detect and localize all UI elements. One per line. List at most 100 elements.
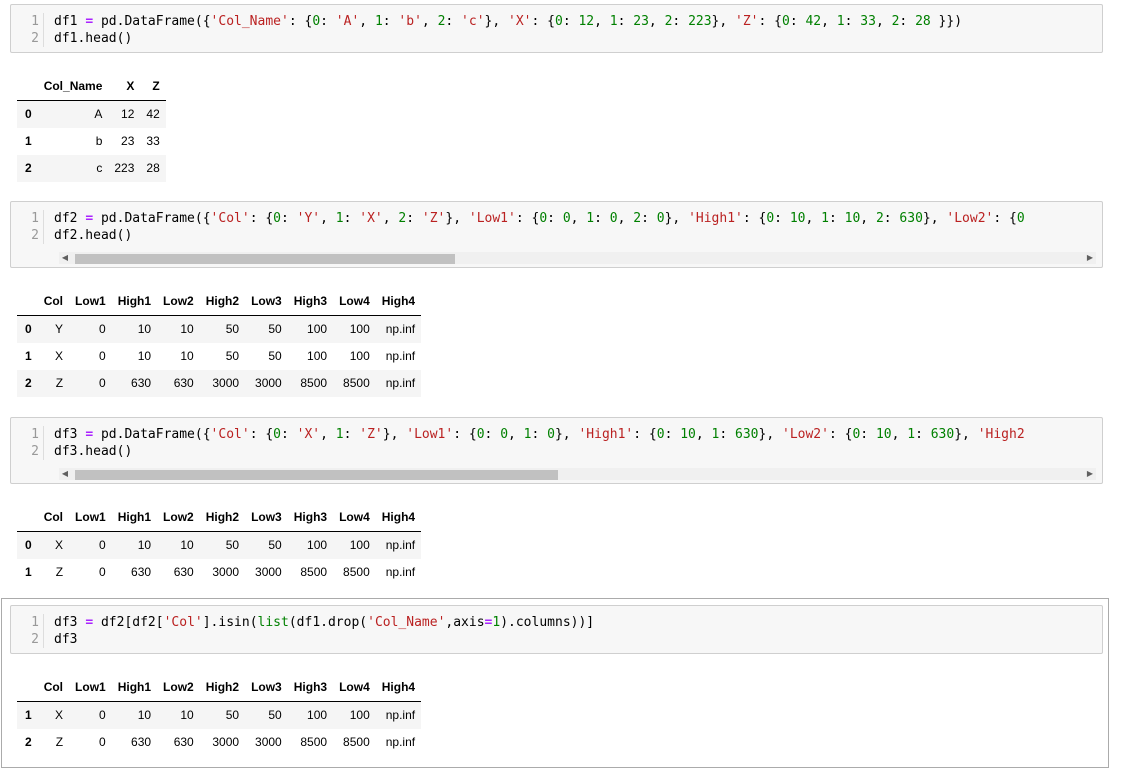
scrollbar-thumb[interactable]: [75, 470, 558, 480]
column-header: High1: [111, 288, 158, 316]
table-row: 1 X 0 10 10 50 50 100 100 np.inf: [17, 701, 422, 729]
table-row: 0 Y 0 10 10 50 50 100 100 np.inf: [17, 315, 422, 343]
line-number: 1: [31, 211, 39, 226]
code-token: df1.head(): [54, 31, 133, 46]
code-token: ).columns))]: [500, 615, 595, 630]
table-cell: 0: [99, 322, 106, 336]
code-text: df3 = df2[df2['Col'].isin(list(df1.drop(…: [54, 615, 594, 630]
code-token: ,: [382, 211, 399, 226]
code-line[interactable]: 1 df3 = df2[df2['Col'].isin(list(df1.drop…: [11, 614, 594, 631]
code-token: 'High1': [578, 427, 634, 442]
column-header: Low1: [69, 674, 112, 702]
code-text: df3: [54, 632, 77, 647]
code-token: list: [257, 615, 289, 630]
horizontal-scrollbar[interactable]: ◀ ▶: [59, 468, 1096, 480]
table-cell: 630: [131, 376, 152, 390]
code-line[interactable]: 1 df1 = pd.DataFrame({'Col_Name': {0: 'A'…: [11, 13, 962, 30]
table-cell: 10: [137, 708, 152, 722]
index-header: [17, 674, 38, 702]
code-line[interactable]: 2 df3.head(): [11, 443, 132, 460]
code-text: df2 = pd.DataFrame({'Col': {0: 'Y', 1: '…: [54, 211, 1025, 226]
table-cell: 50: [268, 708, 282, 722]
scroll-right-icon[interactable]: ▶: [1084, 252, 1096, 264]
code-line[interactable]: 1 df2 = pd.DataFrame({'Col': {0: 'Y', 1: …: [11, 210, 1025, 227]
table-cell: np.inf: [385, 735, 416, 749]
row-index: 1: [25, 349, 32, 363]
table-cell: 100: [307, 708, 328, 722]
code-text: df1.head(): [54, 31, 132, 46]
table-cell: 630: [173, 565, 194, 579]
table-cell: 10: [180, 538, 194, 552]
code-token: 10: [789, 211, 806, 226]
code-token: 0: [312, 14, 321, 29]
code-token: :: [883, 211, 900, 226]
code-token: 1: [836, 14, 845, 29]
code-token: : {: [249, 427, 274, 442]
column-header: Low3: [245, 674, 288, 702]
code-token: : {: [531, 14, 555, 29]
code-token: df2: [54, 211, 86, 226]
table-cell: 100: [349, 349, 370, 363]
code-token: : {: [993, 211, 1017, 226]
code-token: 0: [609, 211, 618, 226]
code-line[interactable]: 1 df3 = pd.DataFrame({'Col': {0: 'X', 1: …: [11, 426, 1025, 443]
scroll-left-icon[interactable]: ◀: [59, 252, 71, 264]
code-token: 0: [562, 211, 571, 226]
code-token: df3: [54, 632, 78, 647]
code-token: 'Low2': [782, 427, 829, 442]
code-token: ,: [695, 427, 712, 442]
code-token: 0: [554, 14, 563, 29]
code-token: 10: [875, 427, 892, 442]
table-cell: X: [55, 349, 64, 363]
code-token: df1: [54, 14, 86, 29]
dataframe-output-4: Col Low1 High1 Low2 High2 Low3 High3 Low4 High4 1…: [17, 674, 422, 756]
code-token: 10: [844, 211, 861, 226]
table-cell: X: [55, 708, 64, 722]
horizontal-scrollbar[interactable]: ◀ ▶: [59, 252, 1096, 264]
code-token: 'Z': [735, 14, 759, 29]
code-token: pd.DataFrame({: [93, 211, 211, 226]
code-token: :: [641, 211, 657, 226]
table-cell: 630: [173, 735, 194, 749]
code-text: df1 = pd.DataFrame({'Col_Name': {0: 'A',…: [54, 14, 962, 29]
table-cell: 10: [137, 349, 152, 363]
code-token: :: [719, 427, 736, 442]
table-cell: 8500: [300, 735, 328, 749]
table-cell: 0: [99, 376, 106, 390]
scroll-left-icon[interactable]: ◀: [59, 468, 71, 480]
code-token: :: [594, 211, 610, 226]
code-line[interactable]: 2 df1.head(): [11, 30, 132, 47]
code-token: df2[df2[: [93, 615, 164, 630]
code-token: },: [445, 211, 469, 226]
code-token: 42: [805, 14, 822, 29]
column-header: Low3: [245, 504, 288, 532]
table-cell: X: [55, 538, 64, 552]
code-token: ,: [891, 427, 908, 442]
code-token: ,: [508, 427, 524, 442]
code-cell-4[interactable]: 1 df3 = df2[df2['Col'].isin(list(df1.drop…: [10, 605, 1103, 654]
column-header: High1: [111, 504, 158, 532]
code-token: ,: [594, 14, 610, 29]
code-cell-1[interactable]: 1 df1 = pd.DataFrame({'Col_Name': {0: 'A'…: [10, 4, 1103, 53]
code-token: : {: [742, 211, 767, 226]
code-cell-2[interactable]: 1 df2 = pd.DataFrame({'Col': {0: 'Y', 1: …: [10, 201, 1103, 268]
scrollbar-thumb[interactable]: [75, 254, 455, 264]
code-token: 2: [633, 211, 642, 226]
code-line[interactable]: 2 df2.head(): [11, 227, 132, 244]
code-line[interactable]: 2 df3: [11, 631, 77, 648]
code-token: 'b': [398, 14, 422, 29]
row-index: 2: [25, 376, 32, 390]
table-cell: 28: [146, 161, 160, 175]
row-index: 1: [25, 134, 32, 148]
code-token: :: [664, 427, 681, 442]
scroll-right-icon[interactable]: ▶: [1084, 468, 1096, 480]
column-header: High3: [287, 504, 334, 532]
table-cell: 42: [146, 107, 160, 121]
code-token: },: [922, 211, 947, 226]
code-cell-3[interactable]: 1 df3 = pd.DataFrame({'Col': {0: 'X', 1: …: [10, 417, 1103, 484]
code-token: :: [860, 427, 876, 442]
code-token: :: [382, 14, 399, 29]
code-token: pd.DataFrame({: [93, 427, 211, 442]
code-text: df3 = pd.DataFrame({'Col': {0: 'X', 1: '…: [54, 427, 1025, 442]
code-token: ,: [805, 211, 822, 226]
